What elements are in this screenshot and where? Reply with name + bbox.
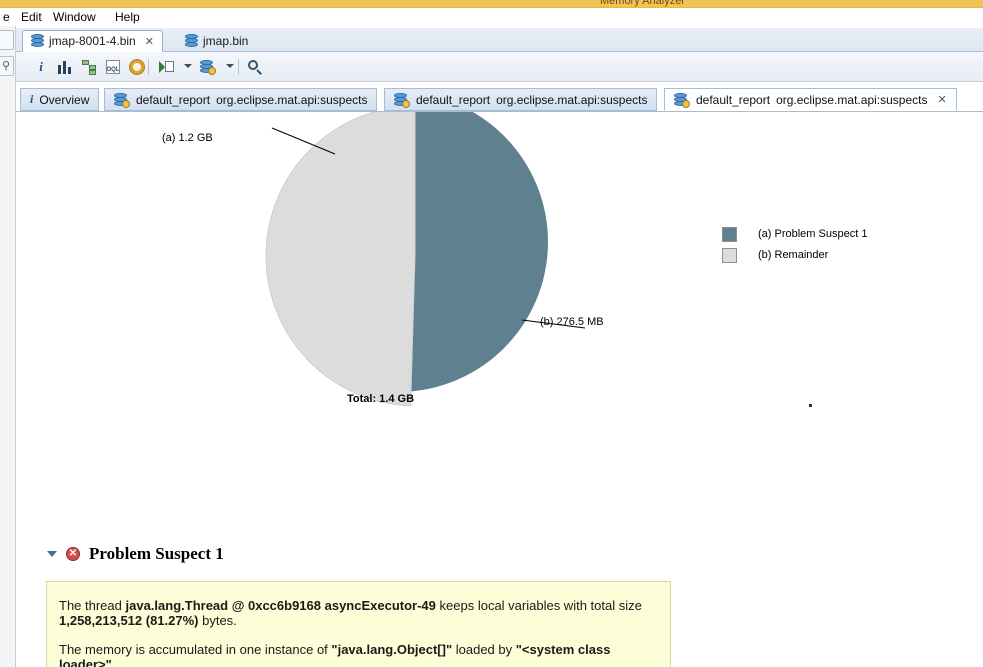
close-icon[interactable]: ✕ bbox=[937, 93, 946, 106]
pie-graphic bbox=[217, 112, 637, 437]
info-icon: i bbox=[30, 92, 34, 106]
left-tool-rail: ⚲ bbox=[0, 26, 16, 667]
menu-edit[interactable]: Edit bbox=[18, 9, 45, 25]
report-tab-label: default_report bbox=[416, 92, 491, 107]
histogram-icon[interactable] bbox=[54, 57, 76, 77]
toolbar-separator-2 bbox=[238, 59, 239, 75]
pie-slice-problem-suspect-1[interactable] bbox=[392, 112, 548, 392]
pie-svg bbox=[265, 112, 586, 407]
dominator-tree-icon[interactable] bbox=[78, 57, 100, 77]
problem-suspect-description-panel: The thread java.lang.Thread @ 0xcc6b9168… bbox=[46, 581, 671, 667]
editor-tab-bar: jmap-8001-4.bin ✕ jmap.bin bbox=[16, 28, 983, 52]
run-expert-system-icon[interactable] bbox=[156, 57, 178, 77]
p2-class-name: "java.lang.Object[]" bbox=[331, 642, 453, 658]
pie-label-b: (b) 276.5 MB bbox=[540, 316, 604, 328]
window-title: Memory Analyzer bbox=[600, 0, 685, 7]
settings-gear-icon[interactable] bbox=[126, 57, 148, 77]
report-tab-label: Overview bbox=[39, 92, 90, 107]
menu-file[interactable]: e bbox=[0, 9, 13, 25]
report-icon bbox=[394, 92, 410, 108]
legend-swatch-a bbox=[722, 226, 737, 242]
mouse-cursor-marker bbox=[809, 404, 812, 407]
search-icon: ⚲ bbox=[2, 60, 11, 72]
page-title: Problem Suspect 1 bbox=[89, 544, 224, 563]
problem-suspect-header[interactable]: ✕ Problem Suspect 1 bbox=[47, 544, 224, 564]
suspect-paragraph-1: The thread java.lang.Thread @ 0xcc6b9168… bbox=[59, 598, 656, 628]
menu-help[interactable]: Help bbox=[112, 9, 143, 25]
menu-bar: e Edit Window Help bbox=[0, 8, 983, 26]
window-title-bar: Memory Analyzer bbox=[0, 0, 983, 8]
report-tab-detail: org.eclipse.mat.api:suspects bbox=[776, 92, 928, 107]
open-query-browser-icon[interactable] bbox=[197, 57, 219, 77]
legend-item-problem-suspect-1[interactable]: (a) Problem Suspect 1 bbox=[722, 224, 867, 244]
database-stack-icon bbox=[185, 34, 198, 48]
main-toolbar: i OQL bbox=[16, 52, 983, 82]
report-tab-detail: org.eclipse.mat.api:suspects bbox=[216, 92, 368, 107]
p2-text-3: . bbox=[111, 657, 116, 667]
memory-pie-chart: (a) 1.2 GB (b) 276.5 MB Total: 1.4 GB bbox=[17, 112, 717, 412]
chevron-down-icon[interactable] bbox=[47, 551, 57, 557]
chevron-down-icon[interactable] bbox=[184, 64, 192, 68]
p1-text-3: bytes. bbox=[198, 613, 237, 629]
suspect-paragraph-2: The memory is accumulated in one instanc… bbox=[59, 642, 656, 667]
p1-text-2: keeps local variables with total size bbox=[435, 598, 642, 613]
report-tab-label: default_report bbox=[136, 92, 211, 107]
pie-slice-remainder[interactable] bbox=[265, 112, 416, 407]
p1-thread-name: java.lang.Thread @ 0xcc6b9168 asyncExecu… bbox=[125, 598, 436, 613]
toolbar-separator bbox=[148, 59, 149, 75]
database-stack-icon bbox=[31, 34, 44, 48]
report-tab-overview[interactable]: i Overview bbox=[20, 88, 100, 111]
close-icon[interactable]: ✕ bbox=[145, 35, 154, 48]
report-tab-default-report-1[interactable]: default_report org.eclipse.mat.api:suspe… bbox=[104, 88, 378, 111]
p1-size-value: 1,258,213,512 (81.27%) bbox=[59, 613, 199, 629]
menu-window[interactable]: Window bbox=[50, 9, 99, 25]
search-icon[interactable] bbox=[244, 57, 266, 77]
report-tab-bar: i Overview default_report org.eclipse.ma… bbox=[16, 88, 983, 112]
pie-total-label: Total: 1.4 GB bbox=[347, 393, 415, 405]
report-tab-detail: org.eclipse.mat.api:suspects bbox=[496, 92, 648, 107]
info-icon[interactable]: i bbox=[30, 57, 52, 77]
p2-text-2: loaded by bbox=[452, 642, 516, 658]
oql-icon[interactable]: OQL bbox=[102, 57, 124, 77]
legend-label-b: (b) Remainder bbox=[758, 249, 829, 261]
report-tab-default-report-2[interactable]: default_report org.eclipse.mat.api:suspe… bbox=[384, 88, 658, 111]
memory-analyzer-window: Memory Analyzer e Edit Window Help ⚲ jma… bbox=[0, 0, 983, 667]
report-content-area: (a) 1.2 GB (b) 276.5 MB Total: 1.4 GB (a… bbox=[17, 112, 983, 667]
editor-tab-label: jmap.bin bbox=[203, 34, 249, 48]
pie-label-a: (a) 1.2 GB bbox=[162, 132, 213, 144]
editor-tab-label: jmap-8001-4.bin bbox=[49, 34, 136, 48]
legend-swatch-b bbox=[722, 247, 737, 263]
editor-tab-jmap[interactable]: jmap.bin bbox=[176, 30, 257, 52]
pie-slice-remainder-group bbox=[265, 112, 416, 407]
error-icon: ✕ bbox=[66, 547, 80, 561]
editor-tab-jmap-8001-4[interactable]: jmap-8001-4.bin ✕ bbox=[22, 30, 163, 52]
report-icon bbox=[114, 92, 130, 108]
p1-text-1: The thread bbox=[59, 598, 126, 613]
chart-legend: (a) Problem Suspect 1 (b) Remainder bbox=[722, 224, 867, 266]
legend-label-a: (a) Problem Suspect 1 bbox=[758, 228, 868, 240]
p2-text-1: The memory is accumulated in one instanc… bbox=[59, 642, 332, 658]
chevron-down-icon-2[interactable] bbox=[226, 64, 234, 68]
report-tab-default-report-3[interactable]: default_report org.eclipse.mat.api:suspe… bbox=[664, 88, 957, 111]
report-tab-label: default_report bbox=[696, 92, 771, 107]
report-icon bbox=[674, 92, 690, 108]
rail-button-top[interactable] bbox=[0, 30, 14, 50]
legend-item-remainder[interactable]: (b) Remainder bbox=[722, 245, 867, 265]
